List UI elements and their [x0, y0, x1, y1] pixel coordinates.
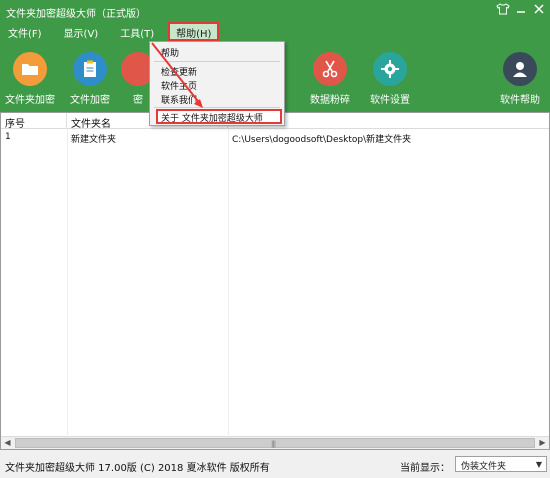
- table-row[interactable]: 1 新建文件夹 C:\Users\dogoodsoft\Desktop\新建文件…: [1, 130, 549, 145]
- current-display-label: 当前显示：: [400, 463, 450, 474]
- column-divider: [228, 129, 229, 435]
- tool-label: 软件帮助: [500, 95, 540, 106]
- tool-label: 文件夹加密: [5, 95, 55, 106]
- menu-item-help[interactable]: 帮助: [161, 46, 179, 59]
- help-button[interactable]: 软件帮助: [490, 52, 550, 106]
- display-mode-value: 伪装文件夹: [461, 462, 507, 472]
- user-icon: [503, 52, 537, 86]
- cell-index: 1: [5, 132, 11, 142]
- window-title: 文件夹加密超级大师（正式版）: [6, 9, 146, 20]
- cell-folder-path: C:\Users\dogoodsoft\Desktop\新建文件夹: [232, 135, 412, 145]
- menu-tools[interactable]: 工具(T): [112, 22, 162, 41]
- column-divider: [67, 129, 68, 435]
- folder-icon: [13, 52, 47, 86]
- window-controls: [496, 3, 546, 17]
- scissors-icon: [313, 52, 347, 86]
- scroll-left-icon[interactable]: ◀: [1, 437, 14, 449]
- menu-item-homepage[interactable]: 软件主页: [161, 79, 197, 92]
- scrollbar-thumb[interactable]: |||: [15, 438, 535, 448]
- clipboard-icon: [73, 52, 107, 86]
- title-bar: 文件夹加密超级大师（正式版）: [0, 0, 550, 22]
- file-encrypt-button[interactable]: 文件加密: [60, 52, 120, 106]
- shirt-icon[interactable]: [496, 3, 510, 17]
- column-header-index[interactable]: 序号: [1, 113, 67, 130]
- menu-bar: 文件(F) 显示(V) 工具(T) 帮助(H): [0, 22, 550, 42]
- tool-label: 密: [133, 95, 143, 106]
- folder-table: 序号 文件夹名 1 新建文件夹 C:\Users\dogoodsoft\Desk…: [0, 112, 550, 450]
- horizontal-scrollbar[interactable]: ◀ ||| ▶: [1, 436, 549, 449]
- grip-icon: |||: [271, 440, 276, 448]
- copyright-text: 文件夹加密超级大师 17.00版 (C) 2018 夏冰软件 版权所有: [5, 463, 270, 474]
- menu-item-check-update[interactable]: 检查更新: [161, 65, 197, 78]
- gear-icon: [373, 52, 407, 86]
- main-window: 文件夹加密超级大师（正式版） 文件(F) 显示(V) 工具(T) 帮助(H) 文…: [0, 0, 550, 478]
- minimize-icon[interactable]: [514, 3, 528, 17]
- close-icon[interactable]: [532, 3, 546, 17]
- tool-label: 文件加密: [70, 95, 110, 106]
- menu-separator: [154, 107, 280, 108]
- settings-button[interactable]: 软件设置: [360, 52, 420, 106]
- status-bar: 文件夹加密超级大师 17.00版 (C) 2018 夏冰软件 版权所有 当前显示…: [0, 450, 550, 478]
- help-menu-dropdown: 帮助 检查更新 软件主页 联系我们 关于 文件夹加密超级大师: [149, 41, 285, 126]
- chevron-down-icon: ▼: [535, 460, 542, 469]
- scroll-right-icon[interactable]: ▶: [536, 437, 549, 449]
- menu-item-contact[interactable]: 联系我们: [161, 93, 197, 106]
- menu-separator: [154, 61, 280, 62]
- folder-encrypt-button[interactable]: 文件夹加密: [0, 52, 60, 106]
- data-shred-button[interactable]: 数据粉碎: [300, 52, 360, 106]
- menu-item-about[interactable]: 关于 文件夹加密超级大师: [161, 111, 263, 124]
- display-mode-select[interactable]: 伪装文件夹 ▼: [455, 456, 547, 472]
- menu-file[interactable]: 文件(F): [0, 22, 50, 41]
- tool-label: 数据粉碎: [310, 95, 350, 106]
- menu-view[interactable]: 显示(V): [56, 22, 107, 41]
- tool-label: 软件设置: [370, 95, 410, 106]
- cell-folder-name: 新建文件夹: [71, 135, 117, 145]
- menu-help[interactable]: 帮助(H): [168, 22, 220, 41]
